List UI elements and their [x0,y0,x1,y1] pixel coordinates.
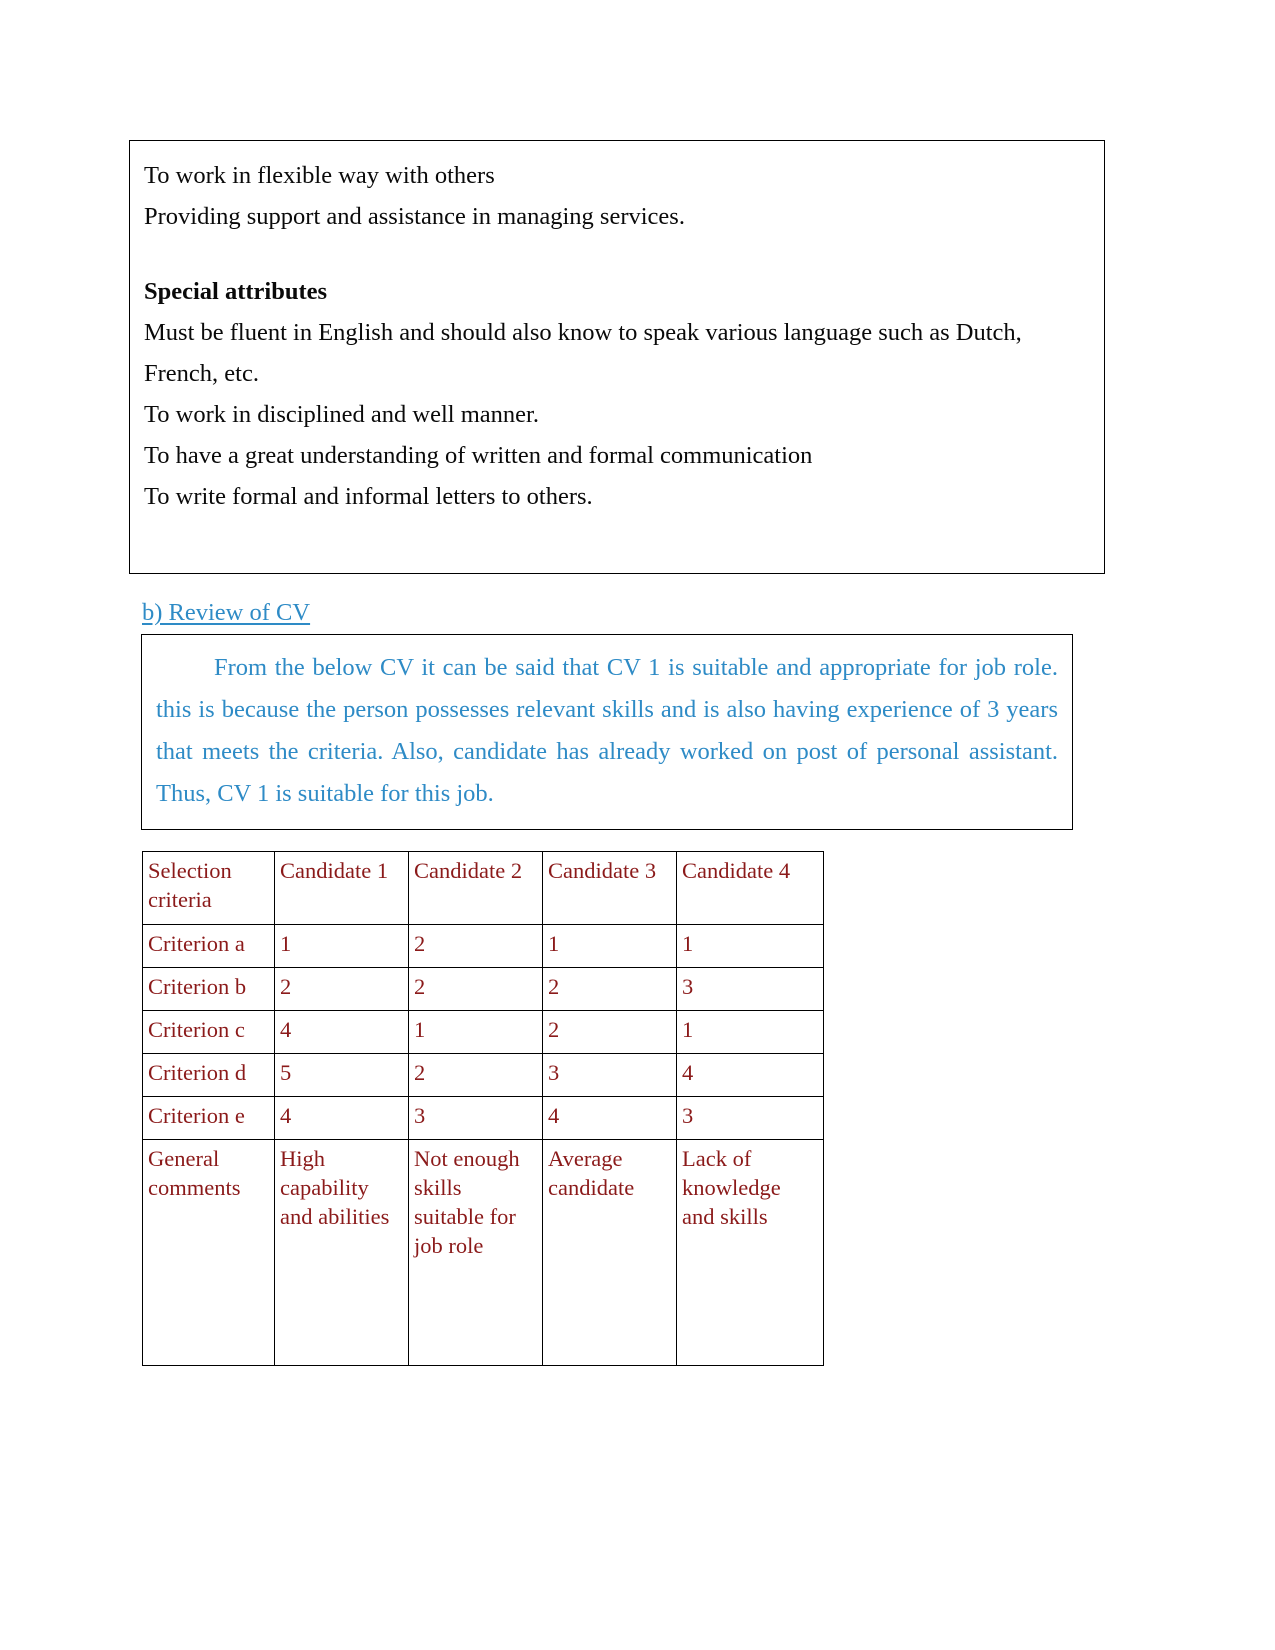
header-candidate-1: Candidate 1 [274,851,409,925]
cv-review-box: From the below CV it can be said that CV… [141,634,1073,830]
row-label: Criterion c [142,1010,275,1054]
cell-candidate-4: 3 [676,1096,824,1140]
cell-candidate-1: 4 [274,1010,409,1054]
cell-candidate-4: 1 [676,1010,824,1054]
jd-spacer [144,237,1090,271]
jd-line-2: Providing support and assistance in mana… [144,203,685,230]
table-header-row: Selection criteria Candidate 1 Candidate… [142,851,824,925]
comment-candidate-3: Average candidate [542,1139,677,1366]
table-row: Criterion b 2 2 2 3 [142,967,824,1011]
row-label: Criterion d [142,1053,275,1097]
row-label: Criterion e [142,1096,275,1140]
cell-candidate-3: 3 [542,1053,677,1097]
comment-candidate-2: Not enough skills suitable for job role [408,1139,543,1366]
cell-candidate-2: 3 [408,1096,543,1140]
row-label: Criterion a [142,924,275,968]
table-row-general-comments: General comments High capability and abi… [142,1139,824,1366]
cell-candidate-2: 2 [408,924,543,968]
header-candidate-3: Candidate 3 [542,851,677,925]
cell-candidate-3: 1 [542,924,677,968]
special-attribute-4: To write formal and informal letters to … [144,483,593,510]
cell-candidate-4: 1 [676,924,824,968]
cell-candidate-3: 2 [542,967,677,1011]
special-attribute-1: Must be fluent in English and should als… [144,319,1022,387]
jd-line-1: To work in flexible way with others [144,162,495,189]
job-description-box: To work in flexible way with others Prov… [129,140,1105,574]
cell-candidate-3: 2 [542,1010,677,1054]
header-candidate-2: Candidate 2 [408,851,543,925]
selection-criteria-table: Selection criteria Candidate 1 Candidate… [142,851,824,1366]
table-row: Criterion c 4 1 2 1 [142,1010,824,1054]
header-candidate-4: Candidate 4 [676,851,824,925]
table-row: Criterion a 1 2 1 1 [142,924,824,968]
review-of-cv-heading: b) Review of CV [142,599,311,626]
row-label-general-comments: General comments [142,1139,275,1366]
cell-candidate-3: 4 [542,1096,677,1140]
table-row: Criterion e 4 3 4 3 [142,1096,824,1140]
cv-review-paragraph: From the below CV it can be said that CV… [156,654,1058,807]
cell-candidate-2: 1 [408,1010,543,1054]
special-attributes-heading: Special attributes [144,278,328,305]
special-attribute-2: To work in disciplined and well manner. [144,401,539,428]
cell-candidate-1: 2 [274,967,409,1011]
cell-candidate-1: 5 [274,1053,409,1097]
cell-candidate-4: 3 [676,967,824,1011]
comment-candidate-1: High capability and abilities [274,1139,409,1366]
cell-candidate-1: 1 [274,924,409,968]
special-attribute-3: To have a great understanding of written… [144,442,813,469]
table-row: Criterion d 5 2 3 4 [142,1053,824,1097]
row-label: Criterion b [142,967,275,1011]
document-page: To work in flexible way with others Prov… [0,0,1275,1650]
cell-candidate-4: 4 [676,1053,824,1097]
cell-candidate-1: 4 [274,1096,409,1140]
header-selection-criteria: Selection criteria [142,851,275,925]
comment-candidate-4: Lack of knowledge and skills [676,1139,824,1366]
cell-candidate-2: 2 [408,1053,543,1097]
cell-candidate-2: 2 [408,967,543,1011]
